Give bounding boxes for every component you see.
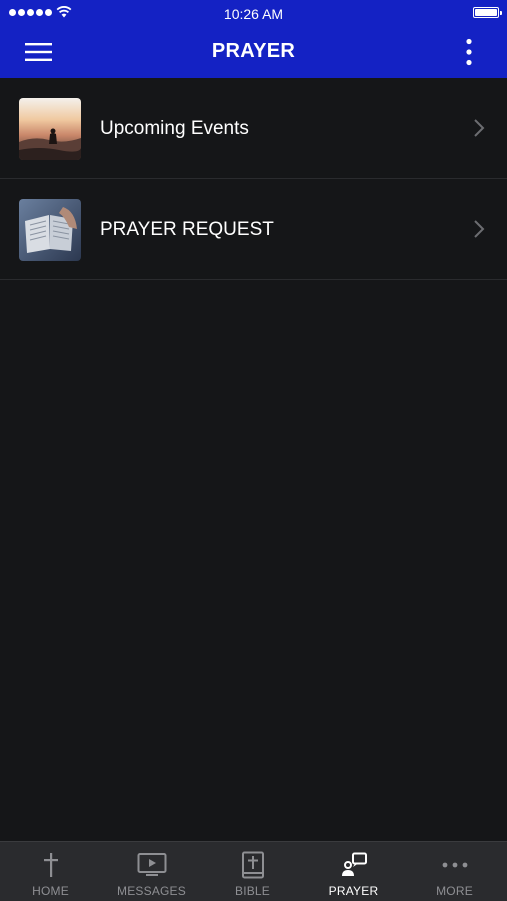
tab-home[interactable]: HOME [0, 842, 101, 901]
cross-icon [43, 853, 58, 877]
hamburger-menu-button[interactable] [24, 39, 54, 65]
upcoming-events-thumbnail [19, 98, 81, 160]
status-bar: 10:26 AM [0, 0, 507, 26]
chevron-right-icon [474, 119, 485, 137]
battery-icon [473, 7, 502, 18]
tab-label: MORE [436, 884, 473, 898]
tab-label: MESSAGES [117, 884, 186, 898]
prayer-icon [341, 852, 367, 876]
app-header: 10:26 AM PRAYER [0, 0, 507, 78]
prayer-list: Upcoming Events PRAYER REQUEST [0, 78, 507, 280]
tab-label: HOME [32, 884, 69, 898]
chevron-right-icon [474, 220, 485, 238]
overflow-menu-button[interactable] [459, 38, 479, 66]
tab-messages[interactable]: MESSAGES [101, 842, 202, 901]
prayer-request-thumbnail [19, 199, 81, 261]
more-dots-icon [442, 862, 467, 868]
kebab-icon [466, 38, 472, 66]
tab-label: BIBLE [234, 884, 271, 898]
tab-more[interactable]: MORE [404, 842, 505, 901]
page-title: PRAYER [211, 40, 296, 62]
list-item-upcoming-events[interactable]: Upcoming Events [0, 78, 507, 179]
nav-bar: PRAYER [0, 26, 507, 78]
status-time: 10:26 AM [223, 6, 284, 22]
tab-prayer[interactable]: PRAYER [303, 842, 404, 901]
video-play-icon [137, 853, 166, 876]
bottom-tab-bar: HOME MESSAGES BIBLE PRAYER MORE [0, 841, 507, 901]
bible-icon [241, 851, 264, 879]
tab-bible[interactable]: BIBLE [202, 842, 303, 901]
hamburger-icon [25, 43, 52, 61]
list-item-label: PRAYER REQUEST [100, 219, 274, 240]
list-item-label: Upcoming Events [100, 118, 249, 139]
list-item-prayer-request[interactable]: PRAYER REQUEST [0, 179, 507, 280]
tab-label: PRAYER [328, 884, 379, 898]
